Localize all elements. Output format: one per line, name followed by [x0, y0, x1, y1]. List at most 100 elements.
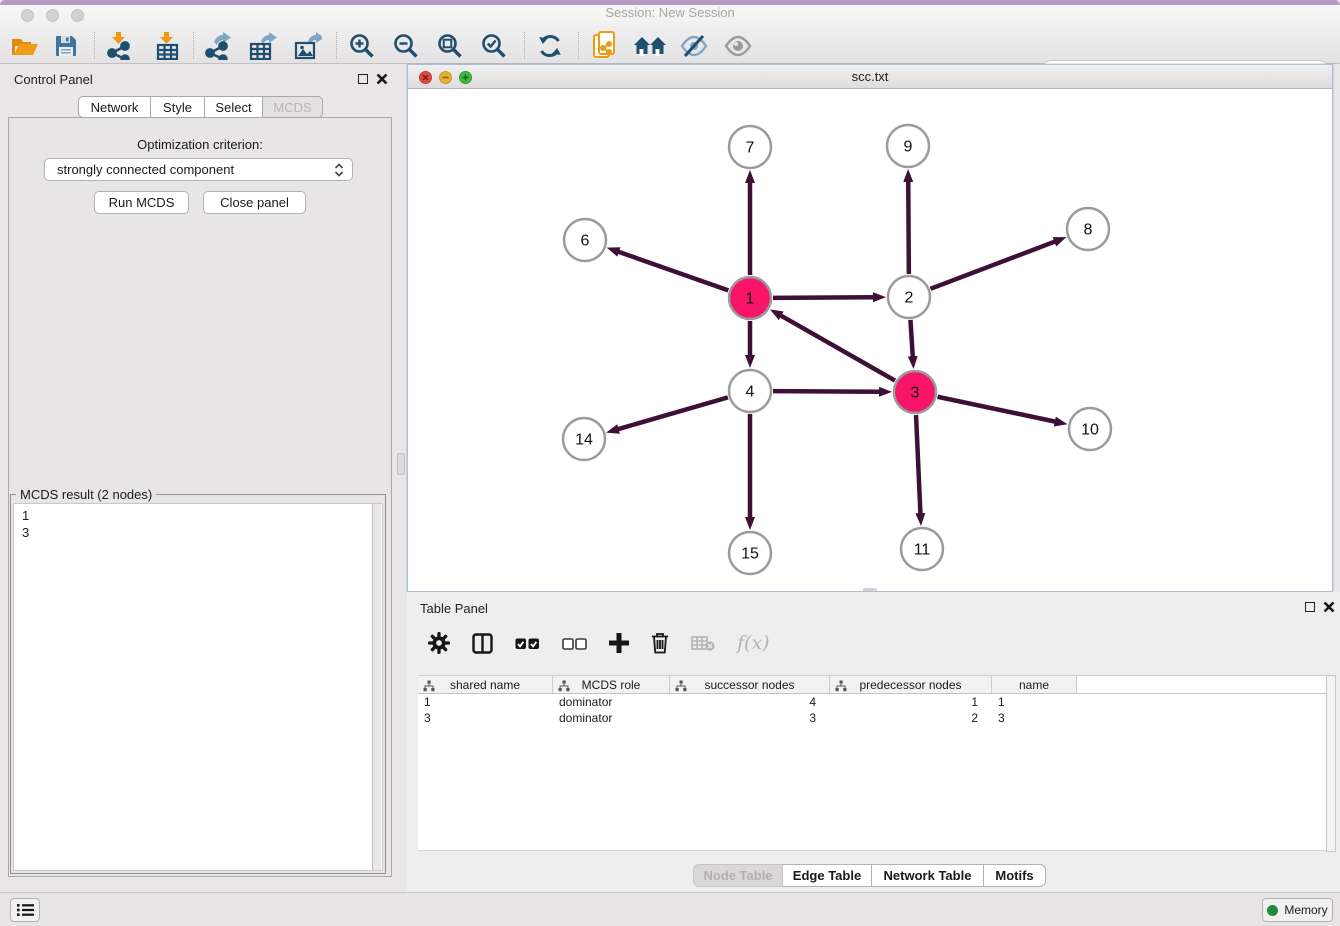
- float-panel-icon[interactable]: [1305, 602, 1315, 612]
- column-header-predecessor-nodes[interactable]: predecessor nodes: [830, 676, 992, 693]
- graph-node-14[interactable]: 14: [563, 418, 605, 460]
- column-header-successor-nodes[interactable]: successor nodes: [670, 676, 830, 693]
- graph-edge[interactable]: [910, 320, 912, 357]
- chevron-up-down-icon: [334, 163, 344, 177]
- graph-node-9[interactable]: 9: [887, 125, 929, 167]
- export-network-icon[interactable]: [199, 27, 237, 64]
- apply-layout-icon[interactable]: [531, 27, 569, 64]
- tree-icon: [835, 680, 847, 692]
- svg-text:11: 11: [914, 542, 931, 559]
- graph-edge[interactable]: [773, 297, 874, 298]
- graph-node-3[interactable]: 3: [894, 371, 936, 413]
- column-settings-gear-icon[interactable]: [428, 632, 450, 654]
- toolbar-separator: [193, 32, 194, 59]
- tab-motifs[interactable]: Motifs: [984, 864, 1046, 887]
- column-header-mcds-role[interactable]: MCDS role: [553, 676, 670, 693]
- show-column-icon[interactable]: [472, 633, 493, 654]
- svg-text:7: 7: [746, 140, 755, 157]
- network-canvas[interactable]: 1 2 3 4 6 7 8 9 10 11 14 15: [408, 89, 1332, 591]
- function-builder-icon: f(x): [737, 632, 770, 654]
- table-body: 1 dominator 4 1 1 3 dominator 3 2 3: [418, 694, 1329, 851]
- run-mcds-button[interactable]: Run MCDS: [94, 191, 189, 214]
- svg-text:15: 15: [741, 546, 759, 563]
- export-image-icon[interactable]: [289, 27, 327, 64]
- mcds-result-item[interactable]: 1: [22, 507, 382, 524]
- graph-node-2[interactable]: 2: [888, 276, 930, 318]
- graph-node-10[interactable]: 10: [1069, 408, 1111, 450]
- tab-mcds[interactable]: MCDS: [263, 96, 323, 118]
- export-table-icon[interactable]: [243, 27, 283, 64]
- table-row[interactable]: 3 dominator 3 2 3: [418, 710, 1329, 726]
- open-file-icon[interactable]: [8, 27, 40, 64]
- delete-column-icon[interactable]: [651, 632, 669, 654]
- close-panel-icon[interactable]: [376, 73, 388, 85]
- main-toolbar: [0, 27, 1340, 64]
- mcds-result-item[interactable]: 3: [22, 524, 382, 541]
- graph-edge[interactable]: [618, 397, 728, 429]
- svg-text:14: 14: [575, 432, 593, 449]
- save-session-icon[interactable]: [50, 27, 82, 64]
- add-column-icon[interactable]: [609, 633, 629, 653]
- tab-node-table[interactable]: Node Table: [693, 864, 783, 887]
- zoom-selected-icon[interactable]: [475, 27, 513, 64]
- show-graphics-icon: [719, 27, 757, 64]
- mcds-list-scrollbar[interactable]: [372, 504, 381, 870]
- task-history-button[interactable]: [10, 898, 40, 922]
- graph-node-6[interactable]: 6: [564, 219, 606, 261]
- graph-node-15[interactable]: 15: [729, 532, 771, 574]
- import-table-icon[interactable]: [148, 27, 186, 64]
- mcds-result-list[interactable]: 1 3: [13, 503, 383, 871]
- close-panel-icon[interactable]: [1323, 601, 1335, 613]
- hide-detail-icon[interactable]: [675, 27, 713, 64]
- canvas-splitter-handle[interactable]: [863, 588, 877, 591]
- zoom-in-icon[interactable]: [343, 27, 381, 64]
- zoom-out-icon[interactable]: [387, 27, 425, 64]
- tab-network-table[interactable]: Network Table: [872, 864, 984, 887]
- tab-edge-table[interactable]: Edge Table: [783, 864, 872, 887]
- tab-select[interactable]: Select: [205, 96, 263, 118]
- network-graph: 1 2 3 4 6 7 8 9 10 11 14 15: [408, 89, 1332, 591]
- toolbar-separator: [578, 32, 579, 59]
- graph-edge[interactable]: [618, 252, 728, 291]
- svg-text:3: 3: [911, 385, 920, 402]
- graph-edge[interactable]: [773, 391, 880, 392]
- import-network-icon[interactable]: [100, 27, 138, 64]
- graph-node-4[interactable]: 4: [729, 370, 771, 412]
- tab-style[interactable]: Style: [151, 96, 205, 118]
- graph-node-7[interactable]: 7: [729, 126, 771, 168]
- graph-edge[interactable]: [780, 315, 895, 380]
- table-panel-buttons: [1305, 601, 1335, 613]
- tree-icon: [423, 680, 435, 692]
- network-window-title: scc.txt: [408, 69, 1332, 84]
- criterion-select[interactable]: strongly connected component: [44, 158, 353, 181]
- list-icon: [17, 903, 34, 917]
- graph-edge[interactable]: [908, 181, 909, 274]
- column-header-shared-name[interactable]: shared name: [418, 676, 553, 693]
- column-header-name[interactable]: name: [992, 676, 1077, 693]
- zoom-fit-icon[interactable]: [431, 27, 469, 64]
- float-panel-icon[interactable]: [358, 74, 368, 84]
- graph-node-1[interactable]: 1: [729, 277, 771, 319]
- panel-splitter-handle[interactable]: [397, 453, 405, 475]
- svg-text:1: 1: [746, 291, 755, 308]
- graph-edge[interactable]: [931, 241, 1056, 288]
- close-panel-button[interactable]: Close panel: [203, 191, 306, 214]
- clone-network-icon[interactable]: [586, 27, 624, 64]
- graph-edge[interactable]: [938, 397, 1056, 422]
- control-panel-title: Control Panel: [14, 72, 93, 87]
- table-row[interactable]: 1 dominator 4 1 1: [418, 694, 1329, 710]
- app-title: Session: New Session: [0, 5, 1340, 20]
- graph-node-8[interactable]: 8: [1067, 208, 1109, 250]
- select-all-icon[interactable]: [515, 637, 540, 650]
- home-icon[interactable]: [630, 27, 670, 64]
- graph-edge[interactable]: [916, 415, 920, 514]
- memory-button[interactable]: Memory: [1262, 898, 1333, 922]
- tab-network[interactable]: Network: [78, 96, 151, 118]
- deselect-all-icon[interactable]: [562, 637, 587, 650]
- table-panel-title: Table Panel: [420, 601, 488, 616]
- table-scrollbar[interactable]: [1326, 675, 1336, 852]
- graph-node-11[interactable]: 11: [901, 528, 943, 570]
- svg-text:6: 6: [581, 233, 590, 250]
- control-panel-buttons: [358, 73, 388, 85]
- svg-text:2: 2: [905, 290, 914, 307]
